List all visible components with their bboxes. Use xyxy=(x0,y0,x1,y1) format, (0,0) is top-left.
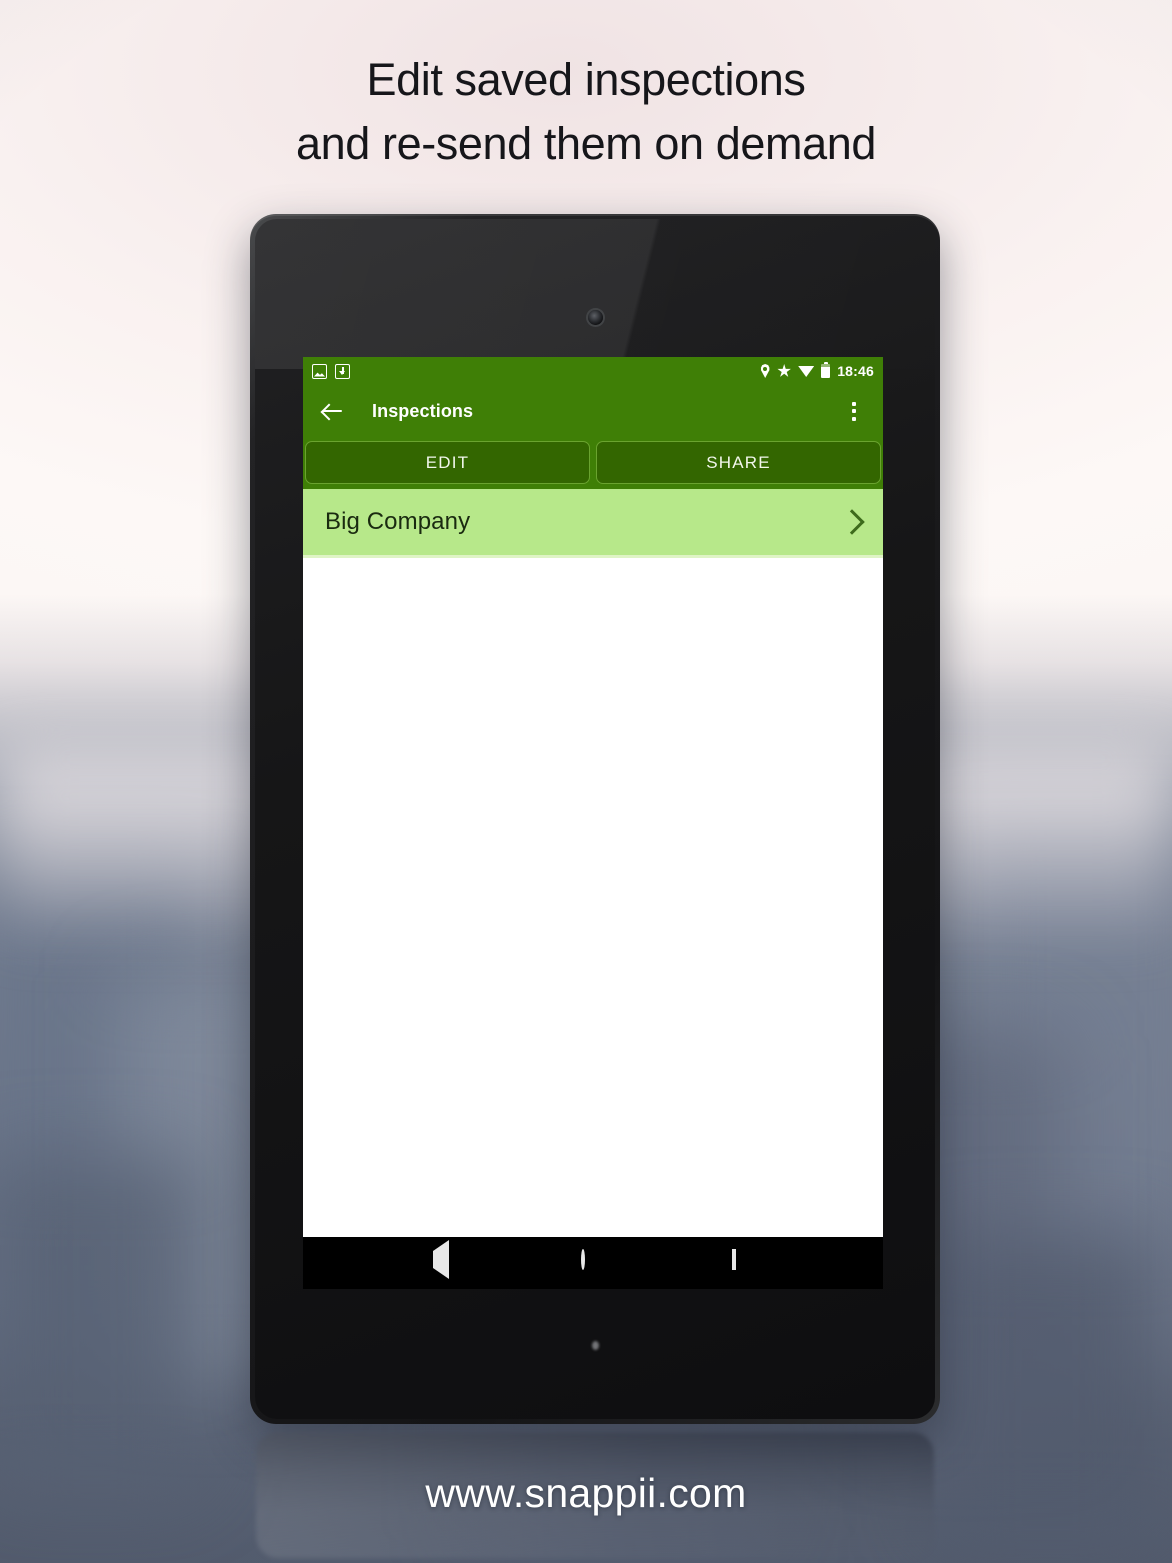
tablet-screen: 18:46 Inspections EDIT SHARE Big Company xyxy=(303,357,883,1289)
headline-line-1: Edit saved inspections xyxy=(366,54,806,105)
notification-led-icon xyxy=(592,1341,599,1350)
app-bar: Inspections xyxy=(303,385,883,437)
android-navigation-bar xyxy=(303,1237,883,1289)
tablet-device: 18:46 Inspections EDIT SHARE Big Company xyxy=(250,214,940,1424)
overflow-menu-icon[interactable] xyxy=(843,400,865,422)
back-arrow-icon[interactable] xyxy=(321,400,343,422)
status-bar-left-icons xyxy=(312,363,350,379)
front-camera-icon xyxy=(588,310,603,325)
status-bar-right-icons: 18:46 xyxy=(760,361,874,379)
download-icon xyxy=(335,363,350,379)
location-pin-icon xyxy=(760,364,770,378)
nav-back-icon[interactable] xyxy=(430,1240,454,1279)
overflow-dot xyxy=(852,401,856,406)
empty-content-area xyxy=(303,558,883,1237)
nav-recents-icon[interactable] xyxy=(731,1249,756,1275)
status-bar-clock: 18:46 xyxy=(837,363,874,379)
image-icon xyxy=(312,363,327,379)
inspections-list: Big Company xyxy=(303,489,883,558)
list-item-label: Big Company xyxy=(325,508,471,535)
wifi-icon xyxy=(798,365,815,377)
share-button[interactable]: SHARE xyxy=(596,441,881,484)
battery-icon xyxy=(821,361,831,378)
page-title: Inspections xyxy=(372,400,474,421)
headline: Edit saved inspections and re-send them … xyxy=(0,48,1172,176)
chevron-right-icon xyxy=(839,509,865,535)
star-icon xyxy=(777,364,791,377)
nav-home-icon[interactable] xyxy=(580,1249,605,1275)
overflow-dot xyxy=(852,409,856,413)
footer-url: www.snappii.com xyxy=(425,1470,747,1516)
overflow-dot xyxy=(852,416,856,421)
action-button-bar: EDIT SHARE xyxy=(303,437,883,489)
headline-line-2: and re-send them on demand xyxy=(296,118,876,169)
android-status-bar: 18:46 xyxy=(303,357,883,385)
list-item[interactable]: Big Company xyxy=(303,489,883,558)
edit-button[interactable]: EDIT xyxy=(305,441,590,484)
